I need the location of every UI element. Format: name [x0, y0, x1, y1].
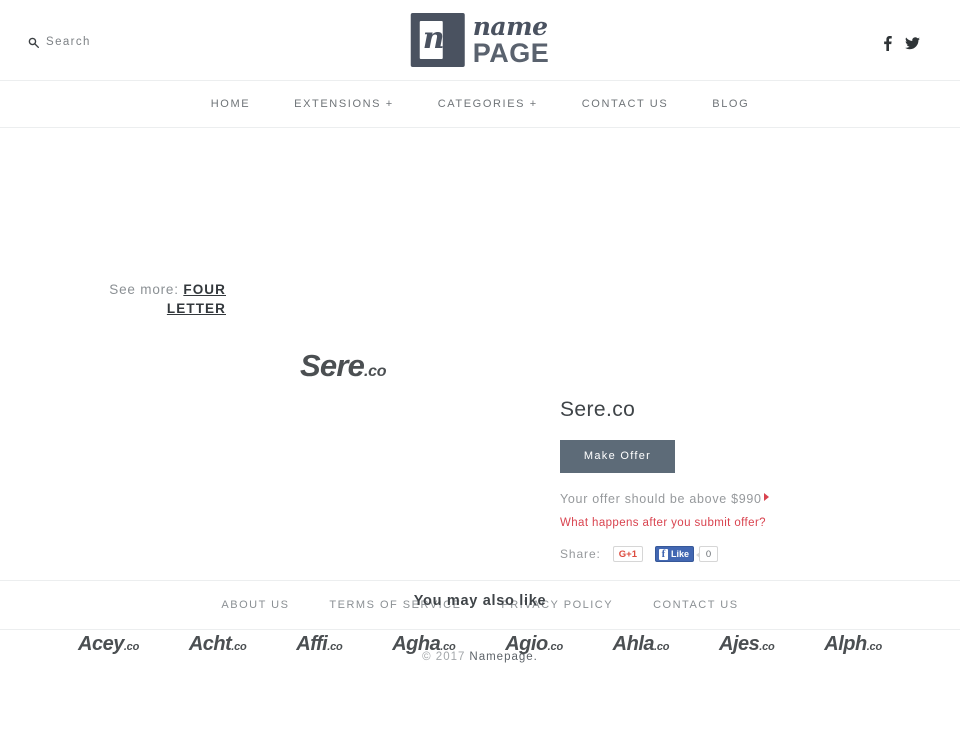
- related-domain-tld: .co: [759, 641, 775, 653]
- main-content: See more: FOUR LETTER Sere.co Sere.co Ma…: [0, 128, 960, 655]
- list-item[interactable]: Agha.co: [392, 633, 456, 656]
- facebook-like-label: Like: [671, 549, 690, 559]
- related-domain-tld: .co: [231, 641, 247, 653]
- related-domain-name: Ahla: [612, 633, 655, 655]
- related-domain-name: Acht: [188, 633, 232, 655]
- related-domain-name: Alph: [824, 633, 867, 655]
- logo-wordmark: name PAGE: [473, 14, 550, 67]
- twitter-icon: [905, 37, 920, 50]
- related-domain-name: Affi: [296, 633, 328, 655]
- nav-item-categories[interactable]: CATEGORIES +: [438, 98, 538, 110]
- google-plus-one-button[interactable]: G+1: [612, 546, 643, 562]
- listing-detail-panel: Sere.co Make Offer Your offer should be …: [560, 398, 860, 562]
- related-domain-name: Agha: [392, 633, 441, 655]
- facebook-link[interactable]: [883, 36, 892, 51]
- make-offer-button[interactable]: Make Offer: [560, 440, 675, 473]
- related-domain-name: Acey: [78, 633, 124, 655]
- breadcrumb: See more: FOUR LETTER: [104, 280, 226, 318]
- list-item[interactable]: Agio.co: [505, 633, 563, 656]
- nav-item-blog[interactable]: BLOG: [712, 98, 749, 110]
- facebook-like-button[interactable]: f Like: [655, 546, 695, 562]
- facebook-like-count: 0: [696, 546, 719, 562]
- site-logo[interactable]: n name PAGE: [410, 13, 550, 67]
- list-item[interactable]: Acht.co: [189, 633, 247, 656]
- logo-page-text: PAGE: [472, 37, 550, 68]
- you-may-also-like-list: Acey.co Acht.co Affi.co Agha.co Agio.co …: [78, 633, 882, 656]
- related-domain-tld: .co: [866, 641, 883, 653]
- related-domain-tld: .co: [123, 641, 140, 653]
- logo-mark-glyph: n: [422, 21, 445, 56]
- social-links: [883, 36, 920, 51]
- you-may-also-like-title: You may also like: [413, 593, 547, 609]
- search-button[interactable]: Search: [28, 36, 91, 48]
- domain-artwork-name: Sere: [300, 348, 365, 383]
- after-submit-offer-link[interactable]: What happens after you submit offer?: [560, 517, 766, 529]
- page-title: Sere.co: [560, 398, 636, 421]
- red-arrow-icon: [764, 493, 769, 501]
- top-bar: Search n name PAGE: [0, 0, 960, 81]
- related-domain-tld: .co: [654, 641, 670, 653]
- list-item[interactable]: Affi.co: [296, 633, 342, 656]
- list-item[interactable]: Ajes.co: [719, 633, 775, 656]
- main-navigation: HOME EXTENSIONS + CATEGORIES + CONTACT U…: [0, 81, 960, 128]
- facebook-f-icon: f: [659, 548, 668, 560]
- facebook-like-widget: f Like 0: [655, 546, 719, 562]
- related-domain-tld: .co: [547, 641, 564, 653]
- offer-minimum-note: Your offer should be above $990: [560, 490, 772, 508]
- offer-minimum-text: Your offer should be above $990: [560, 492, 762, 506]
- search-icon: [28, 37, 39, 48]
- related-domain-tld: .co: [440, 641, 456, 653]
- logo-name-text: name: [472, 11, 548, 41]
- search-label: Search: [46, 36, 91, 48]
- domain-artwork: Sere.co: [300, 348, 387, 384]
- related-domain-name: Ajes: [719, 633, 760, 655]
- twitter-link[interactable]: [905, 37, 920, 50]
- related-domain-name: Agio: [505, 633, 548, 655]
- nav-item-contact-us[interactable]: CONTACT US: [582, 98, 669, 110]
- list-item[interactable]: Alph.co: [824, 633, 882, 656]
- domain-artwork-tld: .co: [364, 363, 387, 380]
- list-item[interactable]: Ahla.co: [613, 633, 670, 656]
- related-domain-tld: .co: [327, 641, 343, 653]
- share-row: Share: G+1 f Like 0: [560, 546, 860, 562]
- breadcrumb-prefix: See more:: [109, 282, 179, 297]
- list-item[interactable]: Acey.co: [78, 633, 139, 656]
- facebook-icon: [884, 36, 892, 51]
- nav-item-home[interactable]: HOME: [211, 98, 250, 110]
- logo-mark-icon: n: [410, 13, 465, 67]
- share-label: Share:: [560, 547, 601, 561]
- nav-item-extensions[interactable]: EXTENSIONS +: [294, 98, 394, 110]
